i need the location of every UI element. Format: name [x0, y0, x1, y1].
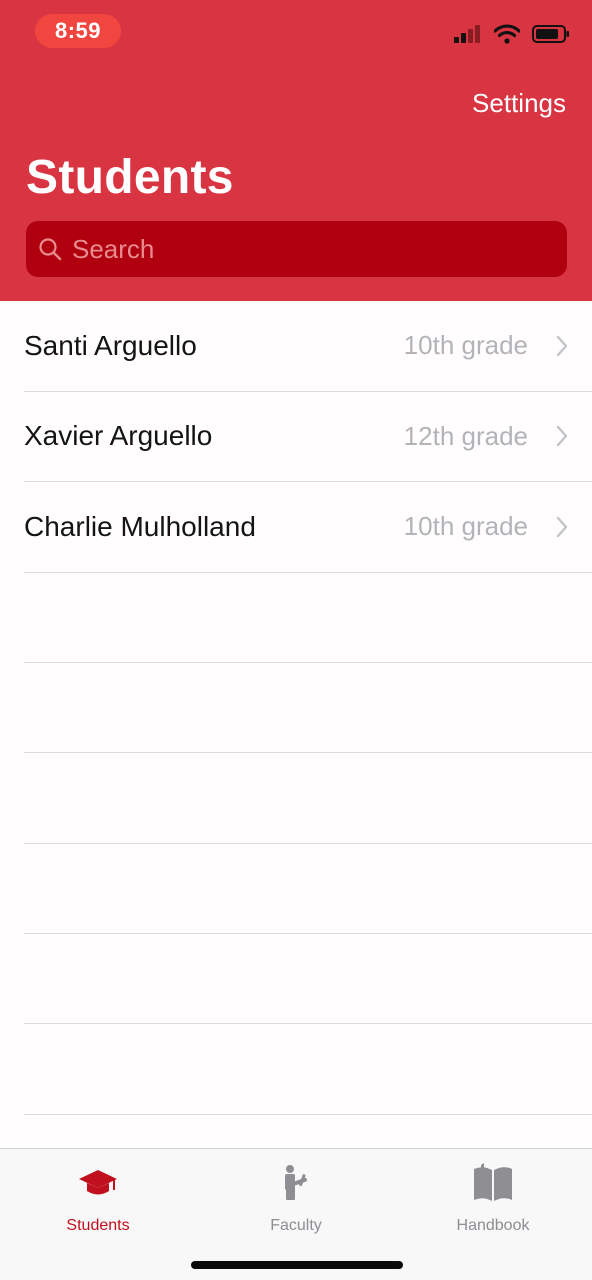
- status-time: 8:59: [35, 14, 121, 48]
- student-grade: 10th grade: [403, 330, 528, 361]
- tab-label: Handbook: [456, 1217, 530, 1234]
- chevron-right-icon: [556, 335, 568, 356]
- list-item[interactable]: Santi Arguello 10th grade: [24, 301, 592, 392]
- student-grade: 12th grade: [403, 420, 528, 451]
- students-list: Santi Arguello 10th grade Xavier Arguell…: [0, 301, 592, 1115]
- search-bar[interactable]: [26, 221, 567, 277]
- student-name: Charlie Mulholland: [24, 510, 256, 542]
- student-name: Santi Arguello: [24, 329, 197, 361]
- tab-handbook[interactable]: Handbook: [413, 1159, 573, 1235]
- book-icon: [472, 1159, 514, 1207]
- chevron-right-icon: [556, 426, 568, 447]
- battery-icon: [532, 24, 570, 49]
- list-item[interactable]: Xavier Arguello 12th grade: [24, 392, 592, 482]
- empty-row: [24, 663, 592, 754]
- empty-row: [24, 573, 592, 663]
- empty-row: [24, 934, 592, 1025]
- page-title: Students: [26, 151, 234, 204]
- cellular-signal-icon: [454, 24, 482, 48]
- status-icons: [454, 23, 570, 49]
- home-indicator[interactable]: [191, 1261, 403, 1269]
- search-input[interactable]: [72, 233, 552, 265]
- empty-row: [24, 1024, 592, 1115]
- graduation-cap-icon: [78, 1159, 118, 1207]
- tab-label: Faculty: [270, 1217, 322, 1234]
- wifi-icon: [493, 23, 521, 49]
- empty-row: [24, 844, 592, 935]
- settings-button[interactable]: Settings: [472, 88, 566, 119]
- tab-students[interactable]: Students: [18, 1159, 178, 1235]
- students-screen: 8:59 Settings Students Search Santi Argu…: [0, 0, 592, 1280]
- student-name: Xavier Arguello: [24, 420, 213, 452]
- tab-faculty[interactable]: Faculty: [216, 1159, 376, 1235]
- list-item[interactable]: Charlie Mulholland 10th grade: [24, 482, 592, 573]
- student-grade: 10th grade: [403, 511, 528, 542]
- empty-row: [24, 753, 592, 844]
- teacher-icon: [281, 1159, 311, 1207]
- tab-bar: Students Faculty Handbook: [0, 1148, 592, 1280]
- header: 8:59 Settings Students Search: [0, 0, 592, 301]
- search-icon: [38, 236, 64, 262]
- chevron-right-icon: [556, 516, 568, 537]
- tab-label: Students: [66, 1217, 130, 1234]
